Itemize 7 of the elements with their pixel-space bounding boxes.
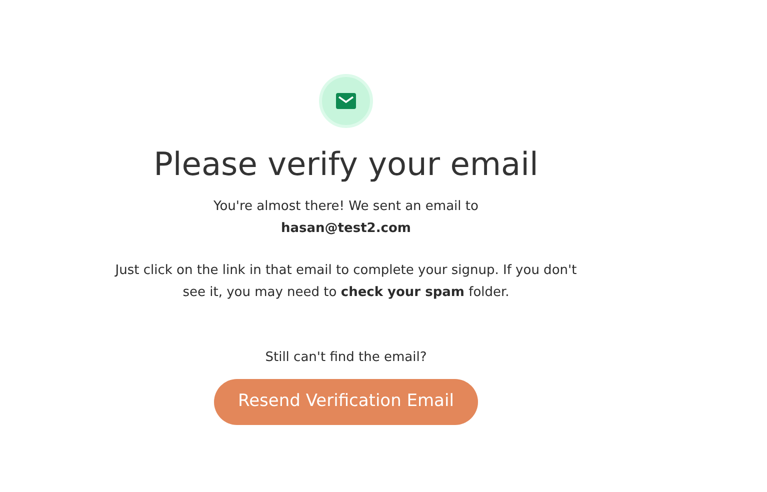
- email-address: hasan@test2.com: [281, 220, 411, 238]
- page-title: Please verify your email: [154, 144, 538, 184]
- resend-button[interactable]: Resend Verification Email: [214, 379, 478, 425]
- prompt-text: Still can't find the email?: [265, 349, 427, 367]
- instructions-text: Just click on the link in that email to complete your signup. If you don't see it, you may need to check your spam folder.: [114, 262, 578, 302]
- intro-text: You're almost there! We sent an email to: [214, 198, 478, 216]
- envelope-icon: [319, 74, 373, 128]
